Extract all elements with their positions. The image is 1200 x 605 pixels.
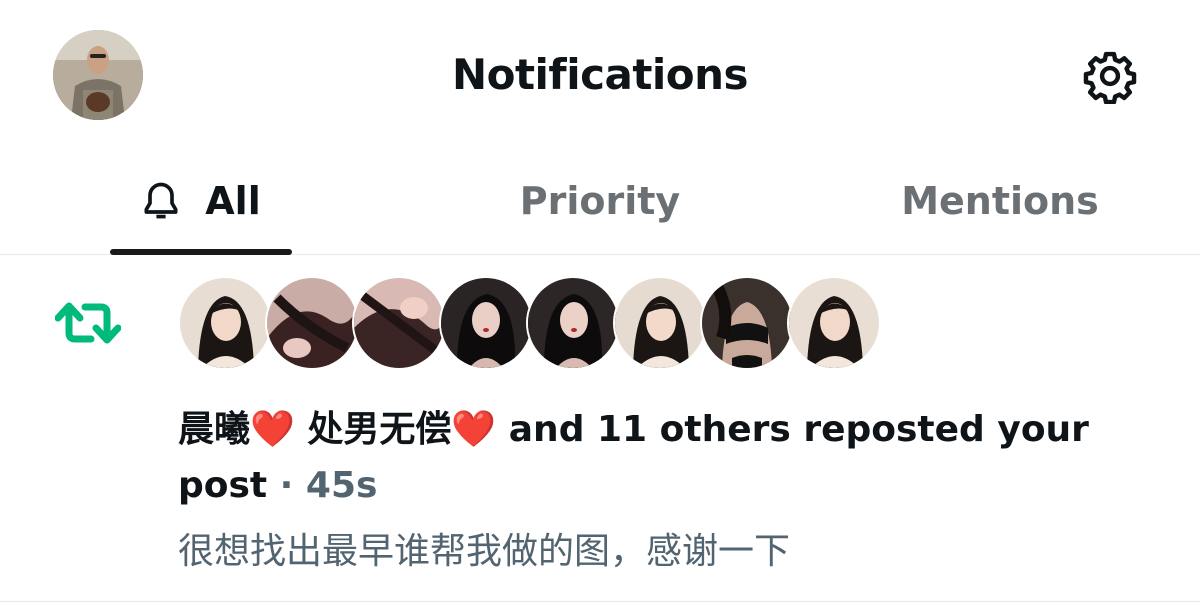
reposter-avatar[interactable]: [700, 276, 794, 370]
tab-label: Priority: [519, 179, 681, 223]
separator-dot: ·: [267, 465, 306, 506]
repost-icon: [54, 297, 122, 349]
tab-label: Mentions: [901, 179, 1099, 223]
top-bar: Notifications: [0, 0, 1200, 148]
reposter-avatar[interactable]: [613, 276, 707, 370]
settings-button[interactable]: [1080, 46, 1140, 106]
heart-emoji: ❤️: [250, 409, 295, 450]
tab-all[interactable]: All: [0, 148, 400, 255]
timestamp: 45s: [305, 465, 378, 506]
reposter-name-1[interactable]: 晨曦: [178, 409, 250, 450]
divider: [0, 601, 1200, 602]
notification-text: 晨曦❤️ 处男无偿❤️ and 11 others reposted your …: [178, 402, 1168, 514]
bell-icon: [139, 179, 183, 223]
notification-tabs: All Priority Mentions: [0, 148, 1200, 255]
post-preview-text: 很想找出最早谁帮我做的图，感谢一下: [178, 531, 791, 572]
reposter-avatar[interactable]: [526, 276, 620, 370]
tab-mentions[interactable]: Mentions: [800, 148, 1200, 254]
reposter-name-2[interactable]: 处男无偿: [307, 409, 451, 450]
reposter-avatar[interactable]: [439, 276, 533, 370]
gear-icon: [1083, 51, 1137, 104]
reposter-avatar[interactable]: [352, 276, 446, 370]
reposter-avatar[interactable]: [178, 276, 272, 370]
tab-priority[interactable]: Priority: [400, 148, 800, 254]
heart-emoji: ❤️: [451, 409, 497, 450]
page-title: Notifications: [451, 50, 749, 99]
tab-label: All: [205, 179, 261, 223]
reposter-avatar[interactable]: [787, 276, 881, 370]
reposter-avatar[interactable]: [265, 276, 359, 370]
